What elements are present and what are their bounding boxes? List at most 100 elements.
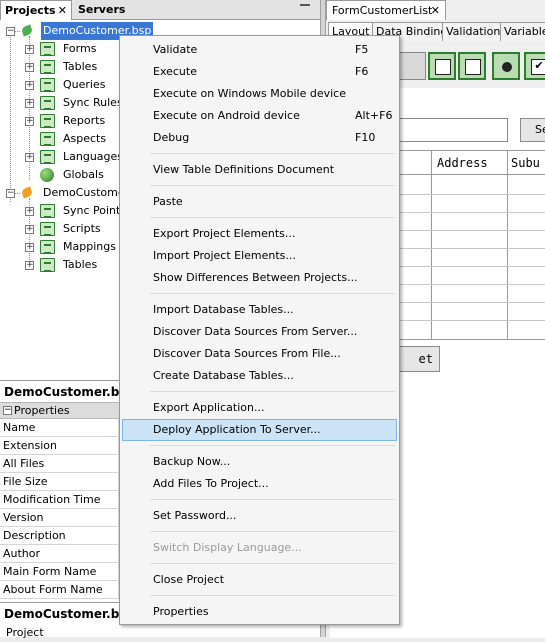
menu-item-set-password[interactable]: Set Password... bbox=[122, 505, 397, 527]
tab-projects[interactable]: Projects ✕ bbox=[0, 0, 72, 20]
menu-item-debug[interactable]: Debug F10 bbox=[122, 127, 397, 149]
close-icon[interactable]: ✕ bbox=[431, 1, 440, 20]
tree-node-label: Queries bbox=[63, 78, 106, 91]
menu-separator bbox=[150, 391, 395, 392]
menu-item-label: Execute bbox=[153, 65, 197, 78]
menu-item-label: Export Application... bbox=[153, 401, 265, 414]
tab-servers[interactable]: Servers bbox=[74, 0, 144, 20]
menu-item-label: Deploy Application To Server... bbox=[153, 423, 321, 436]
menu-item-discover-from-server[interactable]: Discover Data Sources From Server... bbox=[122, 321, 397, 343]
menu-item-execute[interactable]: Execute F6 bbox=[122, 61, 397, 83]
menu-separator bbox=[150, 185, 395, 186]
search-button[interactable]: Se bbox=[520, 118, 545, 142]
expand-icon[interactable]: + bbox=[25, 225, 34, 234]
property-name: Description bbox=[3, 529, 66, 542]
expand-icon[interactable]: + bbox=[25, 261, 34, 270]
menu-separator bbox=[150, 499, 395, 500]
checkbox-control-icon[interactable] bbox=[524, 52, 545, 80]
expand-icon[interactable]: + bbox=[25, 243, 34, 252]
menu-item-deploy-application[interactable]: Deploy Application To Server... bbox=[122, 419, 397, 441]
doc-tab-formcustomerlist[interactable]: FormCustomerList ✕ bbox=[326, 0, 446, 20]
menu-item-label: Import Project Elements... bbox=[153, 249, 296, 262]
menu-item-label: Execute on Windows Mobile device bbox=[153, 87, 346, 100]
minimize-icon[interactable] bbox=[300, 4, 310, 6]
menu-separator bbox=[150, 563, 395, 564]
tree-node-label: Aspects bbox=[63, 132, 107, 145]
menu-item-shortcut: F10 bbox=[355, 131, 376, 144]
menu-item-label: Close Project bbox=[153, 573, 225, 586]
menu-item-label: Backup Now... bbox=[153, 455, 231, 468]
tree-node-label: Reports bbox=[63, 114, 106, 127]
menu-item-close-project[interactable]: Close Project bbox=[122, 569, 397, 591]
expand-icon[interactable]: + bbox=[25, 81, 34, 90]
tree-node-label: DemoCustomer bbox=[43, 186, 130, 199]
menu-item-add-files[interactable]: Add Files To Project... bbox=[122, 473, 397, 495]
menu-item-execute-windows-mobile[interactable]: Execute on Windows Mobile device bbox=[122, 83, 397, 105]
menu-item-import-database-tables[interactable]: Import Database Tables... bbox=[122, 299, 397, 321]
tab-variables[interactable]: Variables bbox=[500, 22, 545, 41]
menu-separator bbox=[150, 445, 395, 446]
menu-item-properties[interactable]: Properties bbox=[122, 601, 397, 623]
context-menu: Validate F5 Execute F6 Execute on Windows … bbox=[119, 35, 400, 625]
query-icon bbox=[40, 78, 55, 92]
menu-item-view-table-definitions[interactable]: View Table Definitions Document bbox=[122, 159, 397, 181]
expand-icon[interactable]: + bbox=[25, 45, 34, 54]
expand-icon[interactable]: + bbox=[25, 63, 34, 72]
list-control-icon[interactable] bbox=[458, 52, 486, 80]
collapse-icon[interactable]: − bbox=[6, 189, 15, 198]
forms-icon bbox=[40, 42, 55, 56]
expand-icon[interactable]: + bbox=[25, 207, 34, 216]
property-name: Extension bbox=[3, 439, 58, 452]
menu-item-shortcut: Alt+F6 bbox=[355, 109, 393, 122]
menu-item-validate[interactable]: Validate F5 bbox=[122, 39, 397, 61]
menu-item-paste[interactable]: Paste bbox=[122, 191, 397, 213]
menu-item-export-project-elements[interactable]: Export Project Elements... bbox=[122, 223, 397, 245]
grid-column-divider bbox=[507, 151, 508, 339]
expand-icon[interactable]: + bbox=[25, 153, 34, 162]
menu-item-switch-display-language: Switch Display Language... bbox=[122, 537, 397, 559]
textbox-control-icon[interactable] bbox=[428, 52, 456, 80]
menu-item-label: Add Files To Project... bbox=[153, 477, 269, 490]
menu-item-import-project-elements[interactable]: Import Project Elements... bbox=[122, 245, 397, 267]
collapse-icon[interactable]: − bbox=[6, 27, 15, 36]
menu-item-export-application[interactable]: Export Application... bbox=[122, 397, 397, 419]
grid-column-divider bbox=[431, 151, 432, 339]
tree-node-label: Scripts bbox=[63, 222, 101, 235]
menu-item-shortcut: F6 bbox=[355, 65, 369, 78]
server-project-leaf-icon bbox=[20, 186, 35, 200]
report-icon bbox=[40, 114, 55, 128]
tree-node-label: Globals bbox=[63, 168, 104, 181]
tree-node-label: Sync Rules bbox=[63, 96, 123, 109]
tab-servers-label: Servers bbox=[78, 3, 126, 16]
tree-node-label: Sync Points bbox=[63, 204, 127, 217]
menu-item-show-differences[interactable]: Show Differences Between Projects... bbox=[122, 267, 397, 289]
expand-icon[interactable]: + bbox=[25, 117, 34, 126]
expand-icon[interactable]: + bbox=[25, 99, 34, 108]
menu-item-label: Show Differences Between Projects... bbox=[153, 271, 358, 284]
menu-separator bbox=[150, 217, 395, 218]
radio-control-icon[interactable] bbox=[492, 52, 520, 80]
control-button-icon[interactable] bbox=[398, 52, 426, 80]
table-icon bbox=[40, 60, 55, 74]
menu-item-discover-from-file[interactable]: Discover Data Sources From File... bbox=[122, 343, 397, 365]
menu-item-label: Validate bbox=[153, 43, 198, 56]
explorer-tabbar: Projects ✕ Servers bbox=[0, 0, 320, 20]
menu-item-label: Import Database Tables... bbox=[153, 303, 294, 316]
menu-item-backup-now[interactable]: Backup Now... bbox=[122, 451, 397, 473]
menu-separator bbox=[150, 531, 395, 532]
property-name: File Size bbox=[3, 475, 48, 488]
collapse-icon[interactable]: − bbox=[3, 406, 12, 415]
tree-node-label: Tables bbox=[63, 60, 98, 73]
tab-validation[interactable]: Validation bbox=[442, 22, 505, 41]
sync-rules-icon bbox=[40, 96, 55, 110]
menu-item-label: View Table Definitions Document bbox=[153, 163, 335, 176]
close-icon[interactable]: ✕ bbox=[58, 1, 67, 20]
menu-item-execute-android[interactable]: Execute on Android device Alt+F6 bbox=[122, 105, 397, 127]
scripts-icon bbox=[40, 222, 55, 236]
menu-item-label: Export Project Elements... bbox=[153, 227, 296, 240]
table-icon bbox=[40, 258, 55, 272]
languages-icon bbox=[40, 150, 55, 164]
grid-header-cell: Subu bbox=[511, 156, 540, 170]
property-name: Name bbox=[3, 421, 36, 434]
menu-item-create-database-tables[interactable]: Create Database Tables... bbox=[122, 365, 397, 387]
